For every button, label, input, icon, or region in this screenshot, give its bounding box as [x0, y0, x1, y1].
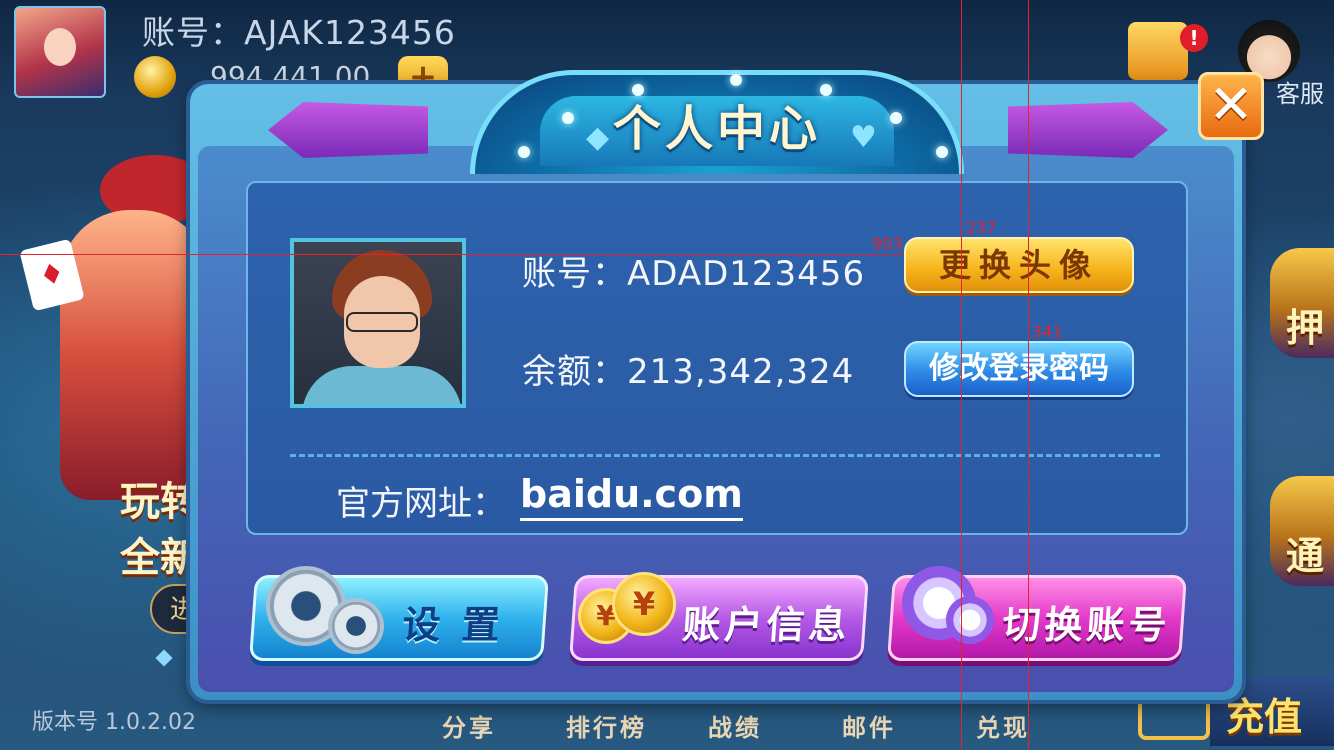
settings-label: 设 置 — [400, 603, 506, 647]
version-label: 版本号 1.0.2.02 — [32, 710, 196, 735]
gear-icon — [270, 570, 342, 642]
profile-avatar — [290, 238, 466, 408]
gold-coin-icon — [134, 56, 176, 98]
guide-line-vertical — [1028, 0, 1029, 750]
guide-line-vertical — [961, 0, 962, 750]
promo-text: 玩转 全新 — [120, 479, 200, 581]
account-info-label: 账户信息 — [680, 603, 853, 647]
guide-measure: 237 — [966, 218, 997, 237]
notification-badge: ! — [1180, 24, 1208, 52]
gift-icon[interactable] — [1128, 22, 1188, 80]
nav-records[interactable]: 战绩 — [708, 708, 762, 743]
change-avatar-button[interactable]: 更换头像 — [904, 237, 1134, 293]
website-link[interactable]: baidu.com — [520, 472, 743, 521]
light-bulb — [632, 84, 644, 96]
diamond-suit-icon: ◆ — [586, 120, 610, 155]
customer-service-label: 客服 — [1276, 80, 1324, 108]
change-password-button[interactable]: 修改登录密码 — [904, 341, 1134, 397]
game-item[interactable]: 押 — [1270, 248, 1334, 358]
light-bulb — [562, 112, 574, 124]
nav-share[interactable]: 分享 — [442, 708, 496, 743]
nav-ranking[interactable]: 排行榜 — [566, 708, 647, 743]
coin-icon: ¥ — [612, 572, 676, 636]
guide-measure: 341 — [1032, 322, 1063, 341]
light-bulb — [890, 112, 902, 124]
switch-account-label: 切换账号 — [1000, 603, 1173, 647]
guide-line-horizontal — [0, 254, 904, 255]
light-bulb — [936, 146, 948, 158]
guide-measure: 903 — [872, 234, 903, 253]
heart-suit-icon: ♥ — [850, 120, 877, 155]
light-bulb — [730, 74, 742, 86]
close-button[interactable]: ✕ — [1198, 72, 1264, 140]
top-account-id: 账号：AJAK123456 — [142, 13, 456, 52]
divider — [290, 454, 1160, 457]
light-bulb — [518, 146, 530, 158]
shop-cart-icon[interactable] — [1138, 696, 1210, 740]
right-game-list: 押 通 — [1270, 200, 1334, 620]
nav-redeem[interactable]: 兑现 — [976, 708, 1030, 743]
player-avatar[interactable] — [14, 6, 106, 98]
bottom-nav: 分享 排行榜 战绩 邮件 兑现 — [430, 694, 1050, 750]
light-bulb — [820, 84, 832, 96]
game-item[interactable]: 通 — [1270, 476, 1334, 586]
chip-icon — [946, 596, 994, 644]
website-label: 官方网址： — [336, 484, 506, 524]
balance-amount: 余额：213,342,324 — [522, 352, 855, 392]
nav-mail[interactable]: 邮件 — [842, 708, 896, 743]
gear-icon — [332, 602, 380, 650]
